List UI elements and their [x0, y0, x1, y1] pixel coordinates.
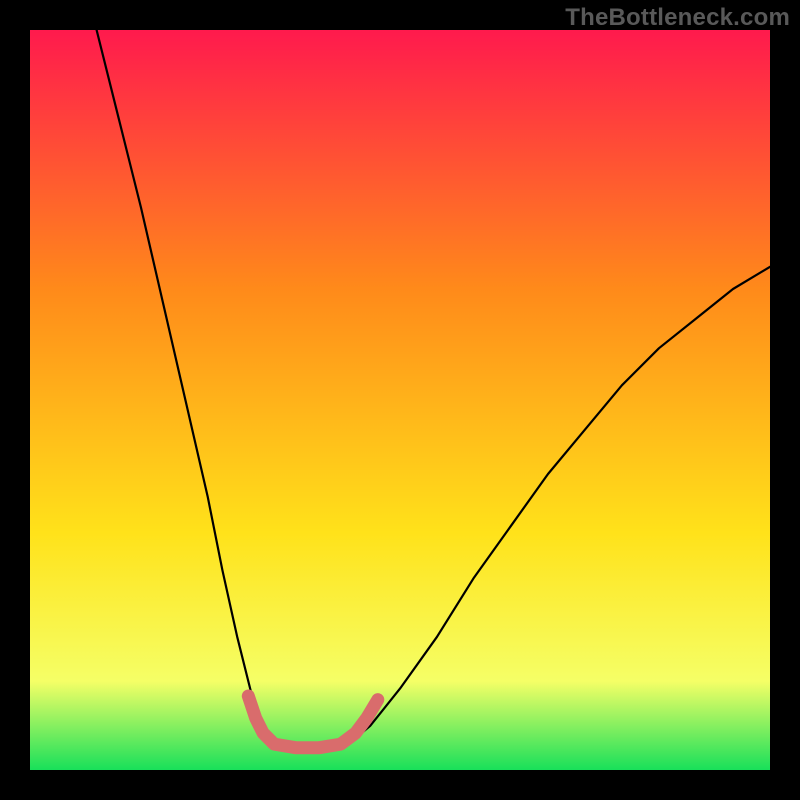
chart-frame: TheBottleneck.com [0, 0, 800, 800]
plot-area [30, 30, 770, 770]
bottleneck-curve [97, 30, 770, 748]
watermark-text: TheBottleneck.com [565, 4, 790, 32]
trough-highlight [248, 696, 377, 748]
curve-layer [30, 30, 770, 770]
